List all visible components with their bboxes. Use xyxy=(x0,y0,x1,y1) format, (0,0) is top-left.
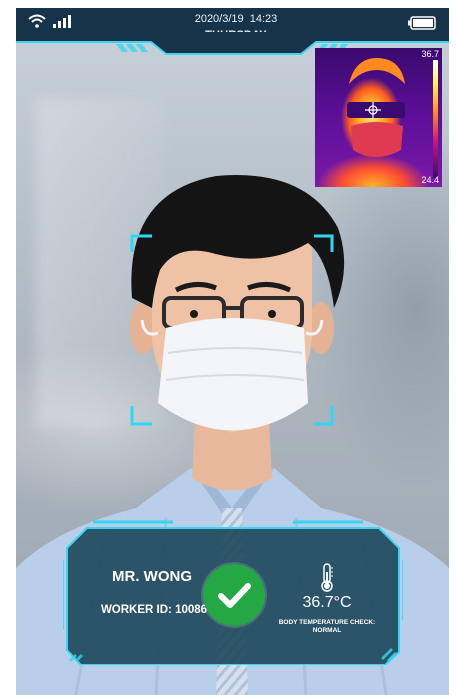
time-text: 14:23 xyxy=(249,13,278,25)
thermal-scale-bar xyxy=(433,60,438,178)
screen: 2020/3/19 14:23 THURSDAY xyxy=(16,8,449,695)
temperature-status: NORMAL xyxy=(312,627,342,634)
thermometer-icon xyxy=(321,563,333,592)
worker-id-separator: : xyxy=(168,604,172,616)
check-icon xyxy=(218,583,251,608)
temperature-check-label: BODY TEMPERATURE CHECK: xyxy=(278,619,376,626)
thermal-preview: 36.7 24.4 xyxy=(315,48,442,187)
thermal-min-label: 24.4 xyxy=(421,175,439,185)
thermal-subject xyxy=(347,58,405,157)
battery-icon xyxy=(408,16,436,30)
date-text: 2020/3/19 xyxy=(194,13,244,25)
result-card: MR. WONG WORKER ID: 10086 36.7°C BODY TE… xyxy=(63,520,403,665)
signal-icon xyxy=(53,15,71,28)
wifi-icon xyxy=(28,14,46,28)
worker-id-label: WORKER ID xyxy=(100,604,169,616)
temperature-value: 36.7°C xyxy=(302,594,352,611)
pass-badge xyxy=(203,564,265,626)
thermal-max-label: 36.7 xyxy=(421,49,439,59)
date-time: 2020/3/19 14:23 xyxy=(166,13,306,26)
